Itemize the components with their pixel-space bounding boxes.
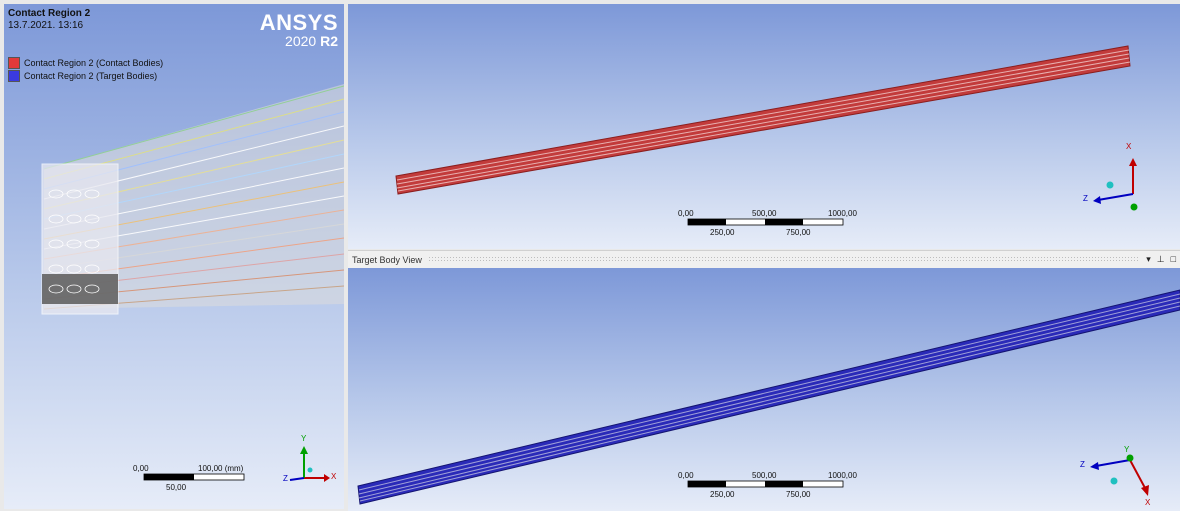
pin-icon[interactable]: ⊥ xyxy=(1157,254,1165,265)
scale-label-1000: 1000,00 xyxy=(828,471,857,480)
legend-swatch-contact xyxy=(8,56,20,69)
ansys-logo: ANSYS 2020 R2 xyxy=(259,10,338,49)
triad-x-label: X xyxy=(331,472,337,481)
brand-name: ANSYS xyxy=(259,10,338,35)
scale-label-1000: 1000,00 xyxy=(828,209,857,218)
dropdown-arrow-icon[interactable]: ▾ xyxy=(1146,254,1151,265)
maximize-icon[interactable]: □ xyxy=(1171,254,1176,265)
contact-body-viewport[interactable]: 0,00 500,00 1000,00 250,00 750,00 X Z xyxy=(348,4,1180,249)
scale-label-500: 500,00 xyxy=(752,209,777,218)
pane-title: Target Body View xyxy=(352,254,422,265)
triad-x-label: X xyxy=(1126,142,1132,151)
legend: Contact Region 2 (Contact Bodies) Contac… xyxy=(8,56,163,82)
scale-label-750: 750,00 xyxy=(786,490,811,499)
scale-right-label: 100,00 (mm) xyxy=(198,464,244,473)
legend-swatch-target xyxy=(8,69,20,82)
triad-z-label: Z xyxy=(1083,194,1088,203)
triad-x-label: X xyxy=(1145,498,1151,507)
triad-y-label: Y xyxy=(301,434,307,443)
triad-z-label: Z xyxy=(1080,460,1085,469)
scale-label-750: 750,00 xyxy=(786,228,811,237)
scale-label-250: 250,00 xyxy=(710,490,735,499)
scale-label-250: 250,00 xyxy=(710,228,735,237)
result-title-block: Contact Region 2 13.7.2021. 13:16 xyxy=(8,8,90,32)
brand-version: 2020 R2 xyxy=(285,33,338,49)
target-body-viewport[interactable]: 0,00 500,00 1000,00 250,00 750,00 Y Z X xyxy=(348,268,1180,511)
scale-left-label: 0,00 xyxy=(678,209,694,218)
scale-mid-label: 50,00 xyxy=(166,483,187,492)
legend-label: Contact Region 2 (Target Bodies) xyxy=(24,70,158,81)
result-title: Contact Region 2 xyxy=(8,8,91,19)
triad-y-label: Y xyxy=(1124,445,1130,454)
result-date: 13.7.2021. 13:16 xyxy=(8,20,84,31)
main-graphics-viewport[interactable]: Contact Region 2 13.7.2021. 13:16 Contac… xyxy=(4,4,344,509)
legend-item-target: Contact Region 2 (Target Bodies) xyxy=(8,69,163,82)
triad-z-label: Z xyxy=(283,474,288,483)
drag-grip[interactable] xyxy=(427,256,1141,263)
scale-left-label: 0,00 xyxy=(133,464,149,473)
legend-label: Contact Region 2 (Contact Bodies) xyxy=(24,57,164,68)
scale-left-label: 0,00 xyxy=(678,471,694,480)
legend-item-contact: Contact Region 2 (Contact Bodies) xyxy=(8,56,163,69)
scale-label-500: 500,00 xyxy=(752,471,777,480)
target-body-view-titlebar[interactable]: Target Body View ▾ ⊥ □ xyxy=(348,250,1180,269)
